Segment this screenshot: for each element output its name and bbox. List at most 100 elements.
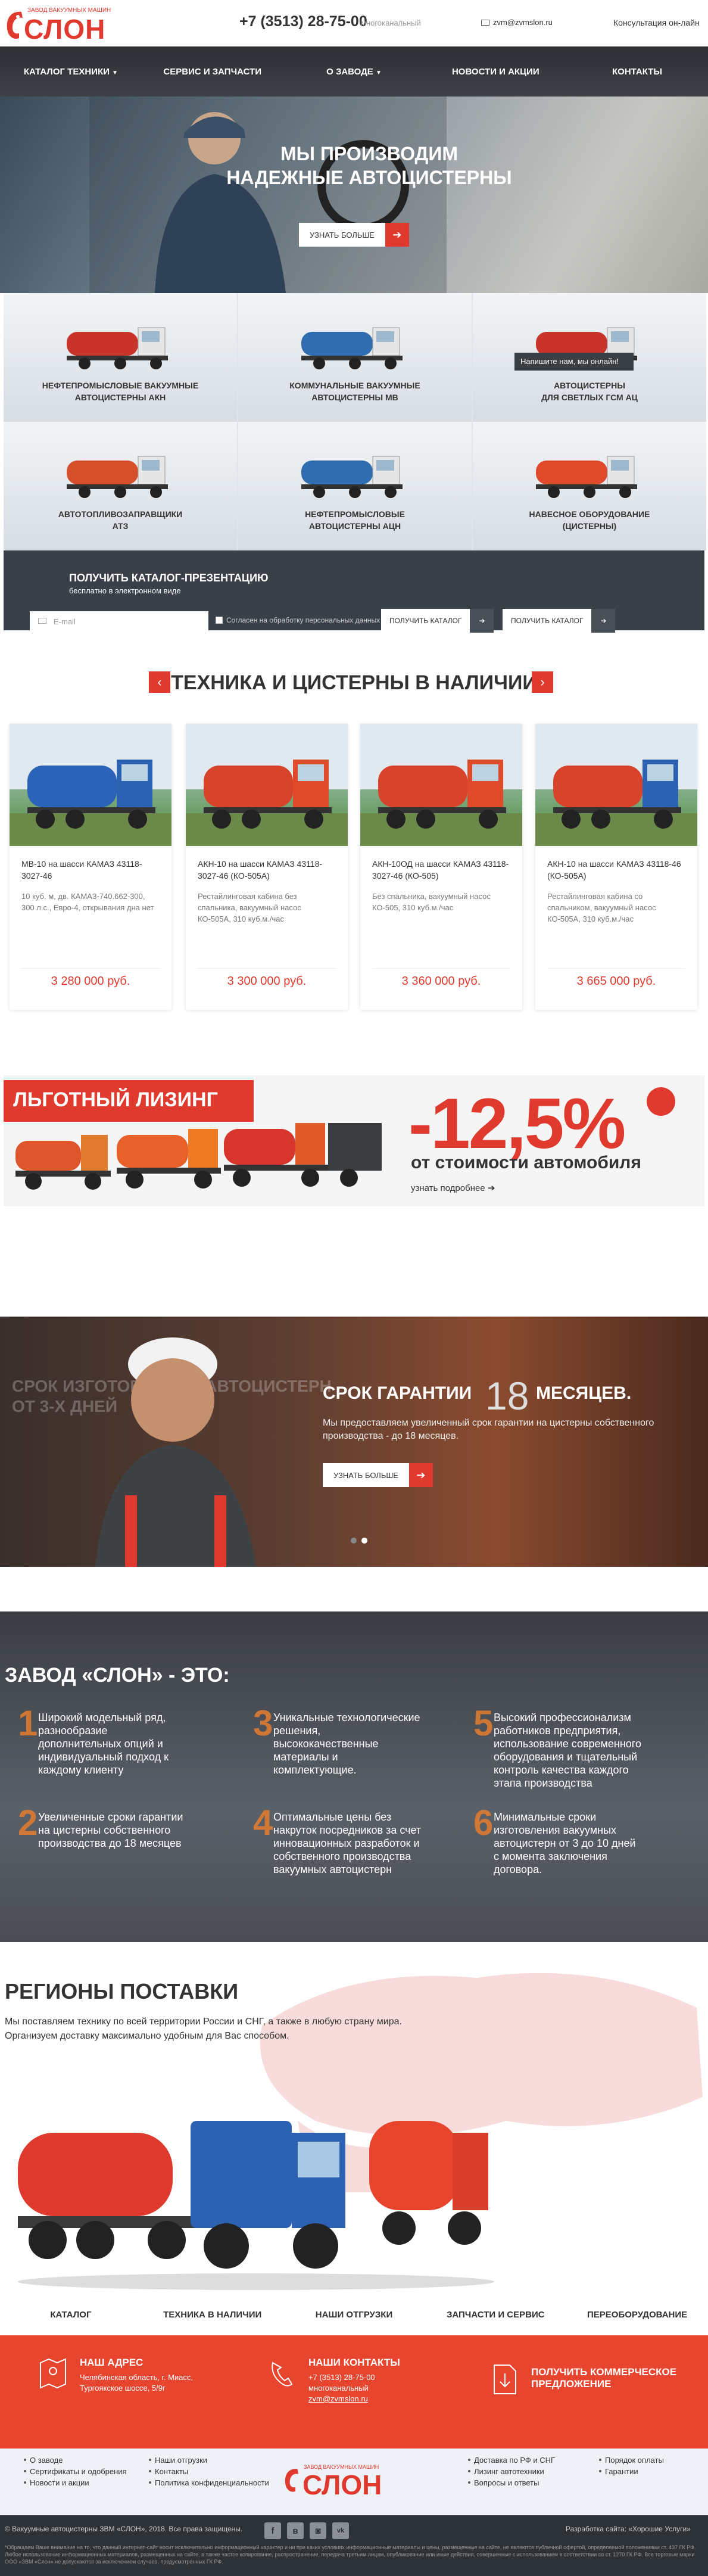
instagram-icon[interactable]: ◙ xyxy=(310,2522,326,2539)
product-card[interactable]: АКН-10ОД на шасси КАМАЗ 43118-3027-46 (К… xyxy=(360,724,522,1010)
category-card[interactable]: НЕФТЕПРОМЫСЛОВЫЕ АВТОЦИСТЕРНЫ АЦН xyxy=(238,422,472,550)
nav-service[interactable]: СЕРВИС И ЗАПЧАСТИ xyxy=(142,67,283,77)
category-label: КОММУНАЛЬНЫЕ ВАКУУМНЫЕ АВТОЦИСТЕРНЫ МВ xyxy=(250,379,460,403)
product-name[interactable]: АКН-10 на шасси КАМАЗ 43118-3027-46 (КО-… xyxy=(198,858,336,882)
category-card[interactable]: НАВЕСНОЕ ОБОРУДОВАНИЕ (ЦИСТЕРНЫ) xyxy=(473,422,706,550)
worker-helmet-photo xyxy=(95,1337,256,1567)
product-price: 3 280 000 руб. xyxy=(21,968,160,988)
product-desc: Рестайлинговая кабина без спальника, вак… xyxy=(198,892,301,923)
footer-link[interactable]: Доставка по РФ и СНГ xyxy=(468,2454,555,2466)
footer-link[interactable]: Наши отгрузки xyxy=(149,2454,269,2466)
bullet-icon xyxy=(149,2459,151,2461)
product-name[interactable]: АКН-10ОД на шасси КАМАЗ 43118-3027-46 (К… xyxy=(372,858,510,882)
nav-about[interactable]: О ЗАВОДЕ ▼ xyxy=(283,67,425,77)
footer-nav-in-stock[interactable]: ТЕХНИКА В НАЛИЧИИ xyxy=(142,2310,283,2320)
tank-trucks-image xyxy=(18,2121,494,2290)
feature-text: Высокий профессионализм работников предп… xyxy=(494,1712,641,1789)
footer-nav-parts[interactable]: ЗАПЧАСТИ И СЕРВИС xyxy=(425,2310,566,2320)
footer-phone-note: многоканальный xyxy=(308,2384,369,2393)
footer-email[interactable]: zvm@zvmslon.ru xyxy=(308,2394,400,2404)
feature-number: 6 xyxy=(473,1803,494,1843)
header-email-text: zvm@zvmslon.ru xyxy=(493,18,553,27)
footer-link[interactable]: Сертификаты и одобрения xyxy=(24,2466,127,2477)
footer-link[interactable]: Контакты xyxy=(149,2466,269,2477)
vkontakte-icon[interactable]: vk xyxy=(332,2522,349,2539)
feature-number: 2 xyxy=(18,1803,38,1843)
hero-more-button[interactable]: УЗНАТЬ БОЛЬШЕ ➔ xyxy=(299,223,409,247)
regions-section: РЕГИОНЫ ПОСТАВКИ Мы поставляем технику п… xyxy=(0,1942,708,2294)
logo[interactable]: ЗАВОД ВАКУУМНЫХ МАШИН СЛОН xyxy=(4,5,111,45)
bullet-icon xyxy=(149,2470,151,2472)
contacts-block: НАШИ КОНТАКТЫ +7 (3513) 28-75-00 многока… xyxy=(272,2357,400,2404)
nav-contacts[interactable]: КОНТАКТЫ xyxy=(566,67,708,77)
footer-logo[interactable]: ЗАВОД ВАКУУМНЫХ МАШИН СЛОН xyxy=(282,2451,407,2506)
commercial-offer-link[interactable]: ПОЛУЧИТЬ КОММЕРЧЕСКОЕ ПРЕДЛОЖЕНИЕ xyxy=(494,2365,676,2394)
footer-link[interactable]: Гарантии xyxy=(599,2466,664,2477)
nav-catalog[interactable]: КАТАЛОГ ТЕХНИКИ ▼ xyxy=(0,67,142,77)
category-card[interactable]: КОММУНАЛЬНЫЕ ВАКУУМНЫЕ АВТОЦИСТЕРНЫ МВ xyxy=(238,293,472,422)
vk-b-icon[interactable]: в xyxy=(287,2522,304,2539)
footer-nav-catalog[interactable]: КАТАЛОГ xyxy=(0,2310,142,2320)
feature-text: Оптимальные цены без накруток посреднико… xyxy=(273,1811,422,1875)
product-card[interactable]: АКН-10 на шасси КАМАЗ 43118-46 (КО-505А)… xyxy=(535,724,697,1010)
bullet-icon xyxy=(468,2481,470,2484)
warranty-more-button[interactable]: УЗНАТЬ БОЛЬШЕ ➔ xyxy=(323,1463,433,1487)
leasing-banner[interactable]: ЛЬГОТНЫЙ ЛИЗИНГ -12,5% от стоимости авто… xyxy=(4,1075,704,1206)
truck-red-left xyxy=(18,2133,197,2259)
button-label: УЗНАТЬ БОЛЬШЕ xyxy=(310,230,375,239)
legal-disclaimer: *Обращаем Ваше внимание на то, что данны… xyxy=(5,2544,696,2565)
online-chat-widget[interactable]: Напишите нам, мы онлайн! xyxy=(514,353,634,371)
tank-truck-icon xyxy=(536,456,637,498)
facebook-icon[interactable]: f xyxy=(264,2522,281,2539)
category-card[interactable]: АВТОТОПЛИВОЗАПРАВЩИКИ АТЗ xyxy=(4,422,237,550)
hero-line-2: НАДЕЖНЫЕ АВТОЦИСТЕРНЫ xyxy=(226,167,512,188)
category-label-line-1: НЕФТЕПРОМЫСЛОВЫЕ xyxy=(305,509,405,519)
category-label-line-1: КОММУНАЛЬНЫЕ ВАКУУМНЫЕ xyxy=(289,381,420,390)
bullet-icon xyxy=(24,2470,26,2472)
footer-nav-shipments[interactable]: НАШИ ОТГРУЗКИ xyxy=(283,2310,425,2320)
footer-nav-reequip[interactable]: ПЕРЕОБОРУДОВАНИЕ xyxy=(566,2310,708,2320)
email-input[interactable]: E-mail xyxy=(30,611,208,633)
chevron-down-icon: ▼ xyxy=(375,69,382,76)
chat-label: Напишите нам, мы онлайн! xyxy=(520,357,619,366)
worker-photo xyxy=(89,97,447,293)
leasing-more-link[interactable]: узнать подробнее ➔ xyxy=(411,1183,495,1193)
about-title: ЗАВОД «СЛОН» - ЭТО: xyxy=(5,1664,230,1687)
copyright: © Вакуумные автоцистерны ЗВМ «СЛОН», 201… xyxy=(5,2525,243,2533)
chevron-down-icon: ▼ xyxy=(112,69,118,76)
get-catalog-button-1[interactable]: ПОЛУЧИТЬ КАТАЛОГ ➔ xyxy=(381,609,494,633)
product-desc: Без спальника, вакуумный насос КО-505, 3… xyxy=(372,892,491,912)
stock-next-button[interactable]: › xyxy=(532,671,553,693)
footer-link[interactable]: Вопросы и ответы xyxy=(468,2477,555,2488)
footer-link[interactable]: Новости и акции xyxy=(24,2477,127,2488)
tank-truck-icon xyxy=(67,456,168,498)
footer-link[interactable]: О заводе xyxy=(24,2454,127,2466)
footer-link[interactable]: Порядок оплаты xyxy=(599,2454,664,2466)
header-phone[interactable]: +7 (3513) 28-75-00 xyxy=(239,13,367,30)
leasing-subtitle: от стоимости автомобиля xyxy=(411,1153,641,1172)
bullet-icon xyxy=(599,2459,601,2461)
elephant-logo-icon xyxy=(285,2469,299,2492)
slider-dot-2[interactable] xyxy=(361,1538,367,1544)
product-name[interactable]: АКН-10 на шасси КАМАЗ 43118-46 (КО-505А) xyxy=(547,858,685,882)
nav-news[interactable]: НОВОСТИ И АКЦИИ xyxy=(425,67,566,77)
hero-line-1: МЫ ПРОИЗВОДИМ xyxy=(280,143,458,164)
footer-link[interactable]: Лизинг автотехники xyxy=(468,2466,555,2477)
phone-icon xyxy=(272,2362,293,2387)
consent-checkbox[interactable]: Согласен на обработку персональных данны… xyxy=(216,616,380,624)
product-card[interactable]: АКН-10 на шасси КАМАЗ 43118-3027-46 (КО-… xyxy=(186,724,348,1010)
header-email[interactable]: zvm@zvmslon.ru xyxy=(481,18,553,27)
category-card[interactable]: НЕФТЕПРОМЫСЛОВЫЕ ВАКУУМНЫЕ АВТОЦИСТЕРНЫ А… xyxy=(4,293,237,422)
slider-dot-1[interactable] xyxy=(351,1538,357,1544)
product-name[interactable]: МВ-10 на шасси КАМАЗ 43118-3027-46 xyxy=(21,858,160,882)
product-card[interactable]: МВ-10 на шасси КАМАЗ 43118-3027-46 10 куб… xyxy=(10,724,171,1010)
feature-text: Широкий модельный ряд, разнообразие допо… xyxy=(38,1712,169,1776)
online-consult-link[interactable]: Консультация он-лайн xyxy=(613,18,700,27)
checkbox-box[interactable] xyxy=(216,617,223,624)
footer-phone[interactable]: +7 (3513) 28-75-00 xyxy=(308,2372,400,2383)
truck-blue-center xyxy=(191,2121,345,2269)
developer-credit[interactable]: Разработка сайта: «Хорошие Услуги» xyxy=(566,2525,691,2533)
button-label: ПОЛУЧИТЬ КАТАЛОГ xyxy=(511,617,584,625)
footer-link[interactable]: Политика конфиденциальности xyxy=(149,2477,269,2488)
get-catalog-button-2[interactable]: ПОЛУЧИТЬ КАТАЛОГ ➔ xyxy=(503,609,616,633)
